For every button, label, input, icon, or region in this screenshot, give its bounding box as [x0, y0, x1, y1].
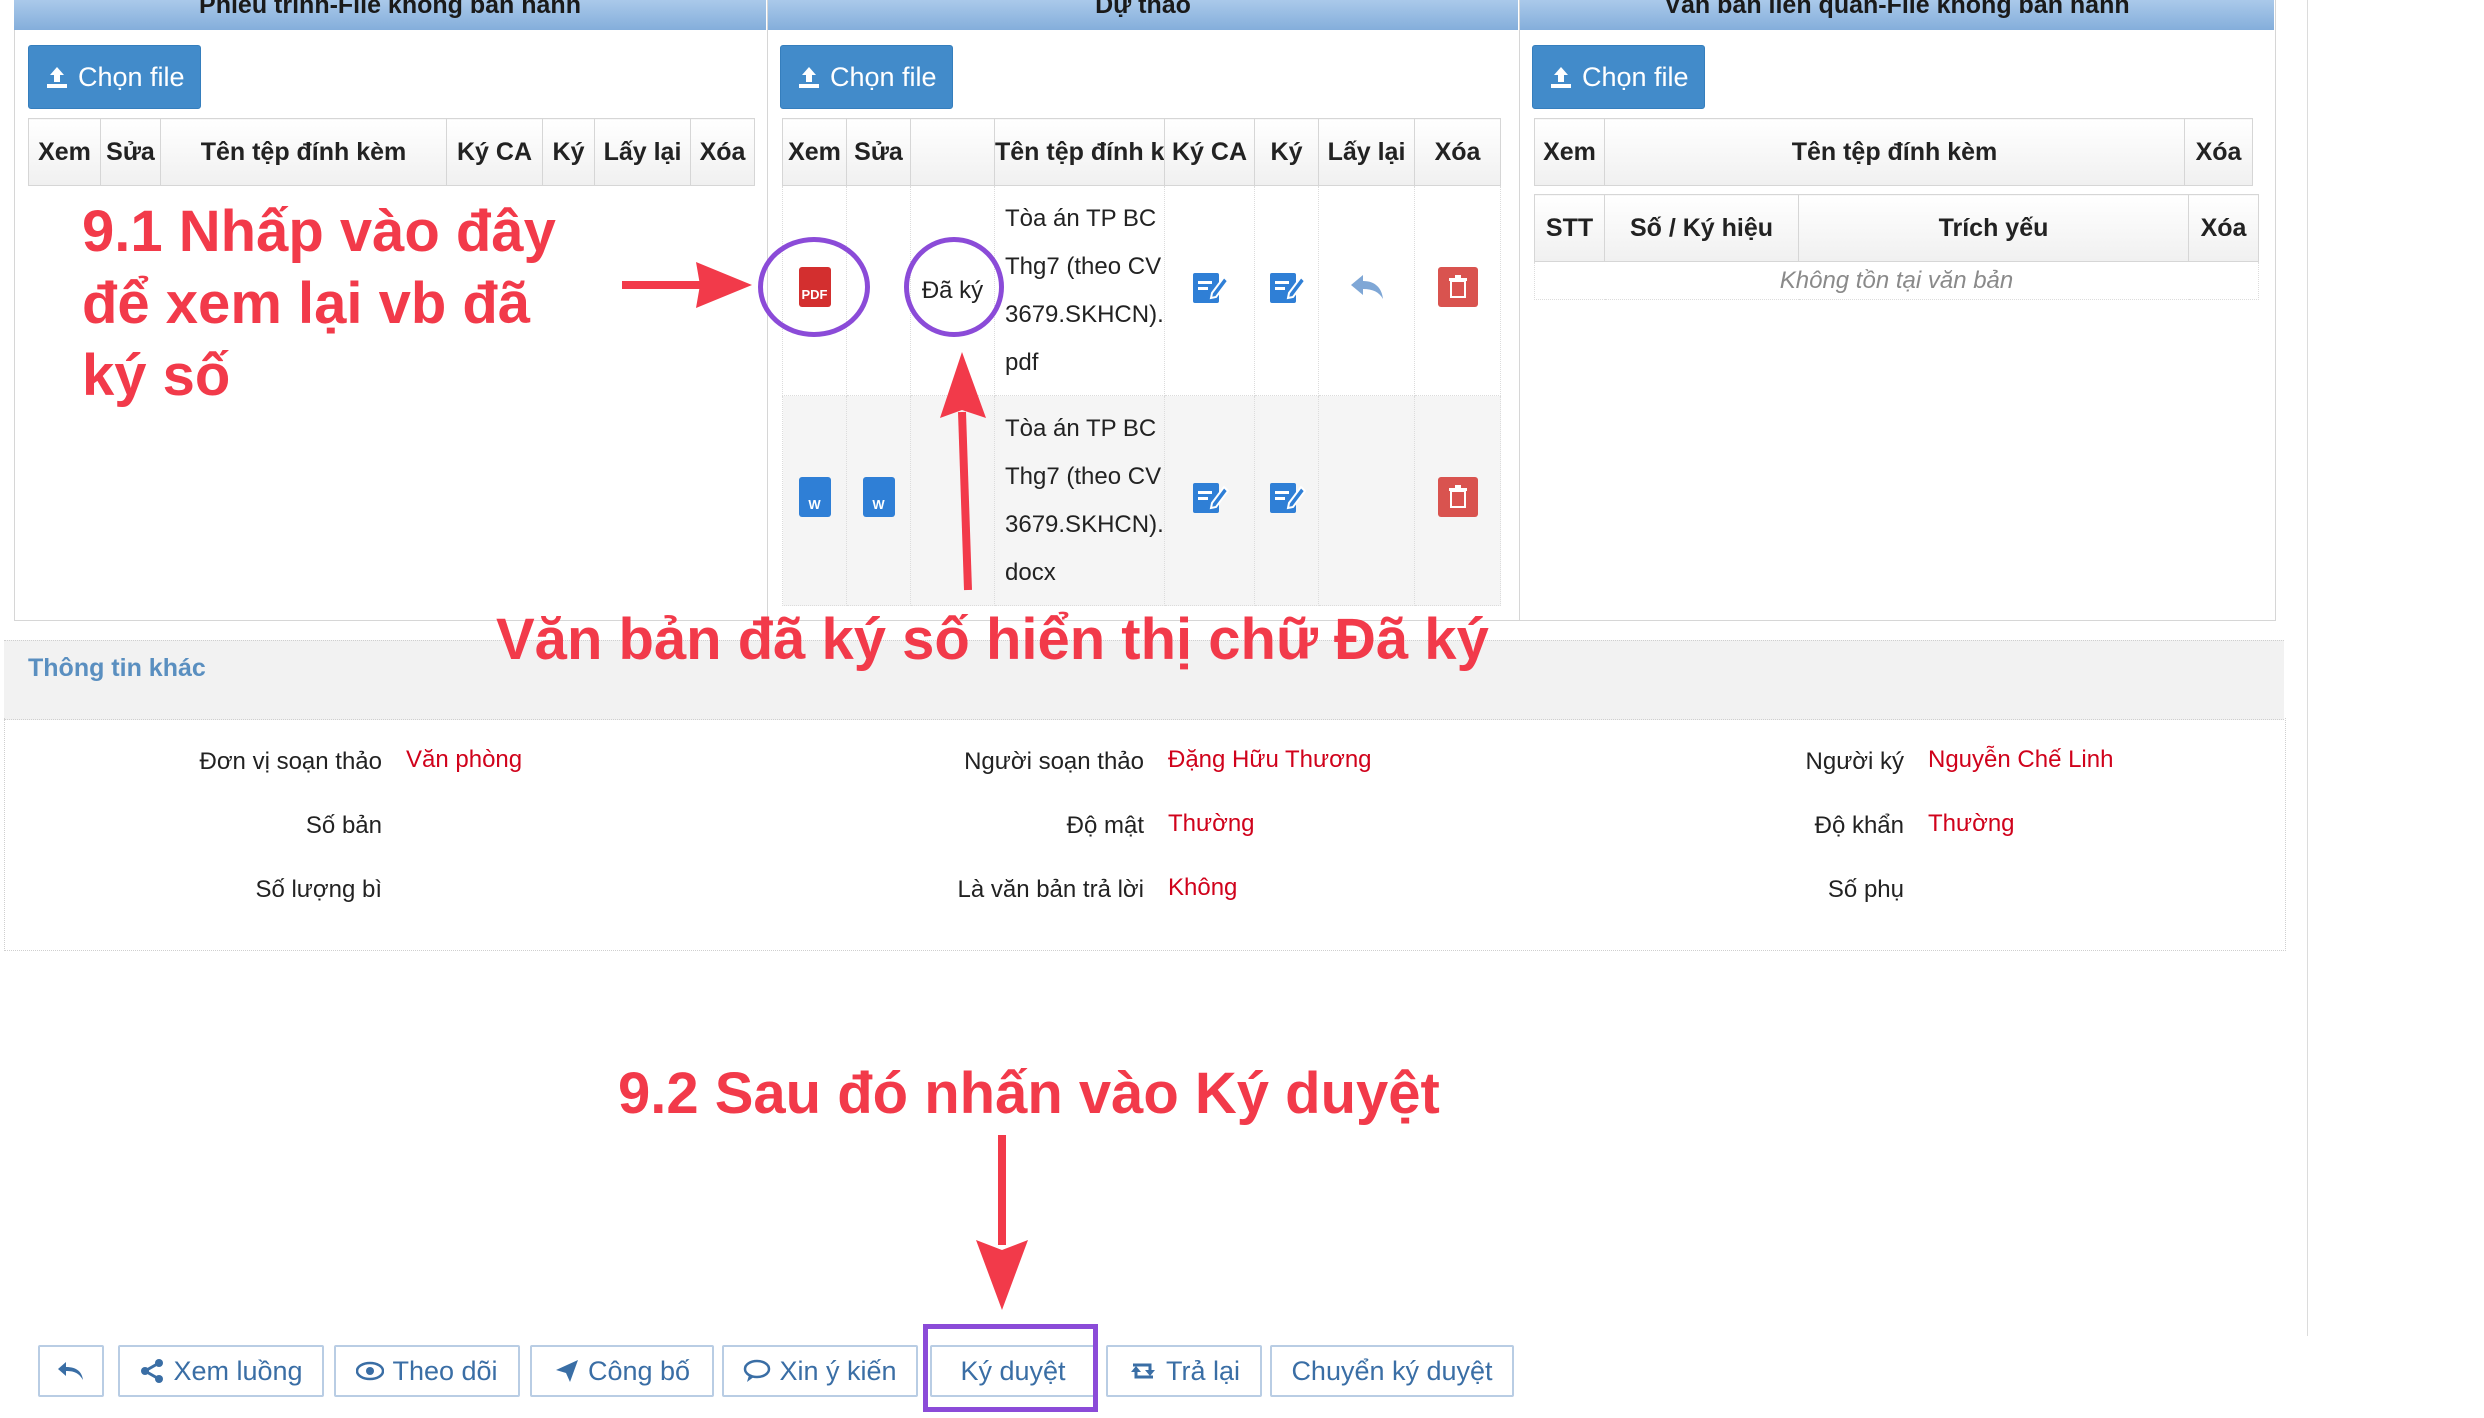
button-label: Công bố: [587, 1355, 691, 1386]
view-flow-button[interactable]: Xem luồng: [118, 1345, 324, 1397]
button-label: Theo dõi: [392, 1355, 498, 1386]
annotation-arrows: [622, 262, 1028, 1310]
eye-icon: [356, 1361, 385, 1381]
follow-button[interactable]: Theo dõi: [334, 1345, 520, 1397]
publish-button[interactable]: Công bố: [530, 1345, 714, 1397]
share-icon: [141, 1359, 164, 1383]
comment-icon: [744, 1359, 771, 1382]
paper-plane-icon: [555, 1360, 578, 1382]
back-arrow-icon: [58, 1362, 83, 1380]
approve-button-highlight: [923, 1324, 1098, 1412]
arrow-up-icon: [940, 352, 986, 591]
button-label: Xem luồng: [173, 1355, 303, 1386]
arrow-right-icon: [622, 262, 752, 308]
button-label: Trả lại: [1165, 1355, 1240, 1386]
arrow-down-icon: [976, 1135, 1028, 1310]
button-label: Xin ý kiến: [779, 1355, 897, 1386]
retweet-icon: [1130, 1363, 1155, 1379]
forward-sign-button[interactable]: Chuyển ký duyệt: [1270, 1345, 1514, 1397]
back-button[interactable]: [38, 1345, 104, 1397]
button-label: Chuyển ký duyệt: [1291, 1355, 1493, 1386]
return-button[interactable]: Trả lại: [1106, 1345, 1262, 1397]
request-opinion-button[interactable]: Xin ý kiến: [722, 1345, 918, 1397]
